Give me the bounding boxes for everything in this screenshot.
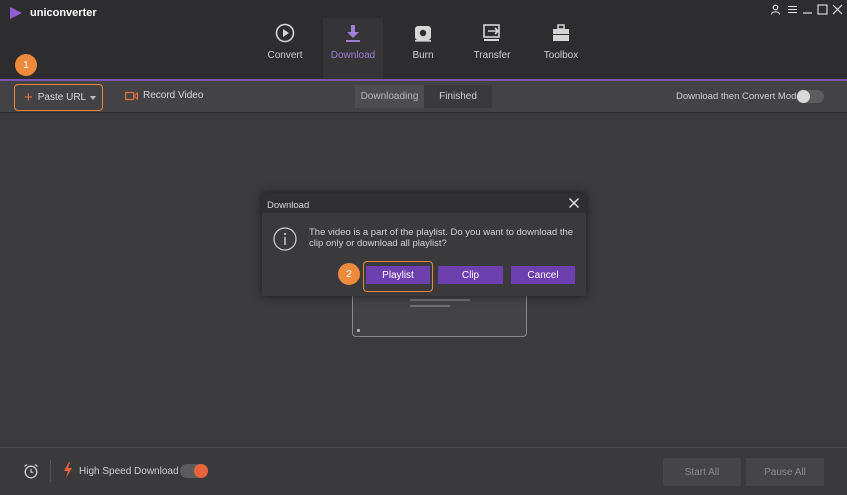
paste-url-button[interactable]: + Paste URL bbox=[14, 84, 103, 111]
alarm-clock-icon[interactable] bbox=[23, 463, 39, 479]
tab-transfer-label: Transfer bbox=[473, 50, 511, 61]
cancel-button[interactable]: Cancel bbox=[511, 266, 575, 284]
tab-download-label: Download bbox=[330, 50, 376, 61]
lightning-icon bbox=[64, 462, 72, 478]
bottom-bar: High Speed Download Start All Pause All bbox=[0, 447, 847, 495]
account-icon[interactable] bbox=[769, 3, 781, 15]
dialog-title: Download bbox=[267, 200, 310, 211]
tab-download[interactable]: Download bbox=[323, 18, 383, 80]
app-window: uniconverter Convert Download Burn Trans… bbox=[0, 0, 847, 495]
app-logo: uniconverter bbox=[8, 5, 97, 21]
tab-burn-label: Burn bbox=[412, 50, 434, 61]
dialog-body: The video is a part of the playlist. Do … bbox=[262, 213, 586, 296]
tab-downloading[interactable]: Downloading bbox=[355, 85, 424, 108]
playlist-button[interactable]: Playlist bbox=[366, 266, 430, 284]
transfer-icon bbox=[483, 24, 500, 41]
callout-badge-2: 2 bbox=[338, 263, 360, 285]
logo-icon bbox=[10, 7, 22, 19]
chevron-down-icon[interactable] bbox=[90, 96, 96, 100]
tab-toolbox-label: Toolbox bbox=[543, 50, 579, 61]
start-all-button[interactable]: Start All bbox=[663, 458, 741, 486]
placeholder-line bbox=[410, 299, 470, 301]
download-status-switch: Downloading Finished bbox=[355, 85, 492, 108]
minimize-icon[interactable] bbox=[801, 3, 813, 15]
placeholder-dot bbox=[357, 329, 360, 332]
info-icon bbox=[273, 227, 297, 251]
tab-convert[interactable]: Convert bbox=[255, 18, 315, 80]
toggle-knob bbox=[194, 464, 208, 478]
menu-icon[interactable] bbox=[786, 3, 798, 15]
convert-icon bbox=[275, 23, 295, 43]
high-speed-download-toggle[interactable] bbox=[180, 464, 208, 478]
app-name: uniconverter bbox=[30, 7, 97, 19]
tab-toolbox[interactable]: Toolbox bbox=[531, 18, 591, 80]
clip-button[interactable]: Clip bbox=[438, 266, 503, 284]
burn-icon bbox=[415, 26, 431, 42]
tab-convert-label: Convert bbox=[267, 50, 303, 61]
high-speed-download-label: High Speed Download bbox=[79, 466, 179, 477]
camera-icon bbox=[125, 91, 138, 100]
tab-transfer[interactable]: Transfer bbox=[462, 18, 522, 80]
tab-finished[interactable]: Finished bbox=[424, 85, 492, 108]
tab-burn[interactable]: Burn bbox=[393, 18, 453, 80]
plus-icon: + bbox=[24, 89, 33, 106]
divider bbox=[50, 460, 51, 482]
toolbox-icon bbox=[553, 24, 569, 41]
toggle-knob bbox=[797, 90, 810, 103]
close-icon[interactable] bbox=[568, 197, 580, 209]
callout-badge-1: 1 bbox=[15, 54, 37, 76]
header: uniconverter Convert Download Burn Trans… bbox=[0, 0, 847, 80]
record-video-button[interactable]: Record Video bbox=[125, 90, 203, 101]
download-icon bbox=[346, 25, 360, 42]
dialog-message: The video is a part of the playlist. Do … bbox=[309, 227, 574, 249]
download-dialog: Download The video is a part of the play… bbox=[262, 193, 586, 296]
maximize-icon[interactable] bbox=[816, 3, 828, 15]
convert-mode-toggle[interactable] bbox=[796, 90, 824, 103]
convert-mode-label: Download then Convert Mode bbox=[676, 91, 802, 102]
close-icon[interactable] bbox=[831, 3, 843, 15]
toolbar: + Paste URL Record Video Downloading Fin… bbox=[0, 81, 847, 113]
placeholder-line bbox=[410, 305, 450, 307]
paste-url-label: Paste URL bbox=[37, 92, 87, 103]
pause-all-button[interactable]: Pause All bbox=[746, 458, 824, 486]
record-video-label: Record Video bbox=[143, 90, 204, 101]
